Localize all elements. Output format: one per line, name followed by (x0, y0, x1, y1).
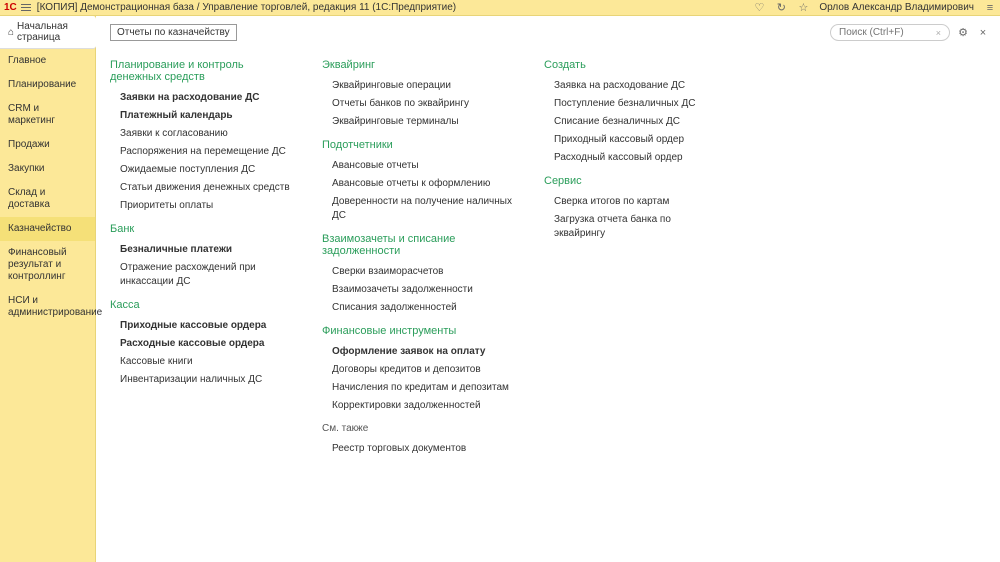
section-title[interactable]: Сервис (544, 175, 704, 187)
link-item[interactable]: Платежный календарь (110, 107, 290, 125)
link-item[interactable]: Распоряжения на перемещение ДС (110, 143, 290, 161)
logo: 1С (4, 2, 17, 13)
link-item[interactable]: Оформление заявок на оплату (322, 343, 512, 361)
link-item[interactable]: Взаимозачеты задолженности (322, 281, 512, 299)
link-item[interactable]: Кассовые книги (110, 353, 290, 371)
link-item[interactable]: Доверенности на получение наличных ДС (322, 193, 512, 225)
home-icon: ⌂ (8, 27, 14, 38)
link-item[interactable]: Поступление безналичных ДС (544, 95, 704, 113)
link-item[interactable]: Загрузка отчета банка по эквайрингу (544, 211, 704, 243)
link-item[interactable]: Расходный кассовый ордер (544, 149, 704, 167)
search-box[interactable]: × (830, 24, 950, 41)
link-item[interactable]: Статьи движения денежных средств (110, 179, 290, 197)
nav-item-4[interactable]: Закупки (0, 157, 95, 181)
content: × ⚙ × Отчеты по казначейству Планировани… (96, 16, 1000, 562)
link-item[interactable]: Расходные кассовые ордера (110, 335, 290, 353)
section-title[interactable]: Планирование и контроль денежных средств (110, 59, 290, 83)
home-tab[interactable]: ⌂ Начальная страница (0, 16, 96, 49)
user-name[interactable]: Орлов Александр Владимирович (819, 2, 974, 13)
link-item[interactable]: Эквайринговые операции (322, 77, 512, 95)
gear-icon[interactable]: ⚙ (956, 26, 970, 40)
bell-icon[interactable]: ♡ (753, 2, 765, 14)
link-item[interactable]: Заявка на расходование ДС (544, 77, 704, 95)
link-item[interactable]: Корректировки задолженностей (322, 397, 512, 415)
nav-item-3[interactable]: Продажи (0, 133, 95, 157)
history-icon[interactable]: ↻ (775, 2, 787, 14)
nav-item-0[interactable]: Главное (0, 49, 95, 73)
link-item[interactable]: Списание безналичных ДС (544, 113, 704, 131)
section-title[interactable]: Подотчетники (322, 139, 512, 151)
link-item[interactable]: Начисления по кредитам и депозитам (322, 379, 512, 397)
close-icon[interactable]: × (976, 26, 990, 40)
section-title[interactable]: Эквайринг (322, 59, 512, 71)
menu-icon[interactable]: ≡ (984, 2, 996, 14)
link-item[interactable]: Отражение расхождений при инкассации ДС (110, 259, 290, 291)
link-item[interactable]: Эквайринговые терминалы (322, 113, 512, 131)
link-item[interactable]: Сверка итогов по картам (544, 193, 704, 211)
nav-item-8[interactable]: НСИ и администрирование (0, 289, 95, 325)
search-input[interactable] (839, 27, 929, 38)
section-title[interactable]: См. также (322, 423, 512, 434)
section-title[interactable]: Касса (110, 299, 290, 311)
section-title[interactable]: Финансовые инструменты (322, 325, 512, 337)
hamburger-icon[interactable] (21, 4, 31, 12)
nav-item-7[interactable]: Финансовый результат и контроллинг (0, 241, 95, 289)
link-item[interactable]: Заявки на расходование ДС (110, 89, 290, 107)
link-item[interactable]: Приходные кассовые ордера (110, 317, 290, 335)
link-item[interactable]: Договоры кредитов и депозитов (322, 361, 512, 379)
link-item[interactable]: Авансовые отчеты (322, 157, 512, 175)
titlebar: 1С [КОПИЯ] Демонстрационная база / Управ… (0, 0, 1000, 16)
reports-button[interactable]: Отчеты по казначейству (110, 24, 237, 41)
nav-item-2[interactable]: CRM и маркетинг (0, 97, 95, 133)
link-item[interactable]: Сверки взаиморасчетов (322, 263, 512, 281)
section-title[interactable]: Банк (110, 223, 290, 235)
link-item[interactable]: Приходный кассовый ордер (544, 131, 704, 149)
sidebar: ⌂ Начальная страница ГлавноеПланирование… (0, 16, 96, 562)
link-item[interactable]: Авансовые отчеты к оформлению (322, 175, 512, 193)
link-item[interactable]: Отчеты банков по эквайрингу (322, 95, 512, 113)
link-item[interactable]: Приоритеты оплаты (110, 197, 290, 215)
home-label: Начальная страница (17, 21, 88, 43)
search-clear-icon[interactable]: × (936, 28, 941, 38)
section-title[interactable]: Взаимозачеты и списание задолженности (322, 233, 512, 257)
nav-item-1[interactable]: Планирование (0, 73, 95, 97)
nav-item-5[interactable]: Склад и доставка (0, 181, 95, 217)
nav-item-6[interactable]: Казначейство (0, 217, 95, 241)
link-item[interactable]: Безналичные платежи (110, 241, 290, 259)
star-icon[interactable]: ☆ (797, 2, 809, 14)
link-item[interactable]: Реестр торговых документов (322, 440, 512, 458)
link-item[interactable]: Инвентаризации наличных ДС (110, 371, 290, 389)
link-item[interactable]: Ожидаемые поступления ДС (110, 161, 290, 179)
link-item[interactable]: Списания задолженностей (322, 299, 512, 317)
window-title: [КОПИЯ] Демонстрационная база / Управлен… (37, 2, 456, 13)
link-item[interactable]: Заявки к согласованию (110, 125, 290, 143)
section-title[interactable]: Создать (544, 59, 704, 71)
